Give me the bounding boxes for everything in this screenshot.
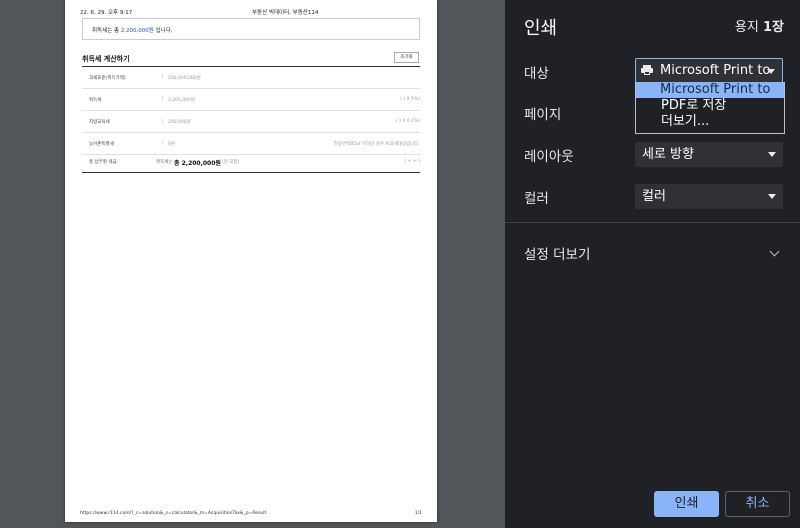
row-value: 0원 <box>168 142 176 147</box>
sheet-count-value: 1장 <box>762 20 784 35</box>
row-divider: | <box>162 119 164 124</box>
calc-title: 취득세 계산하기 <box>82 55 130 63</box>
preview-sheet: 22. 6. 29. 오후 9:17 부동산 빅데이터, 부동산114 취득세는… <box>65 0 437 522</box>
table-row: 과세표준(취득가액) | 200,000,000원 <box>82 67 420 89</box>
dropdown-option-save-pdf[interactable]: PDF로 저장 <box>636 98 784 114</box>
color-select[interactable]: 컬러 <box>635 184 783 209</box>
chevron-down-icon[interactable] <box>769 246 780 257</box>
row-formula: ( ) X 0.1%) <box>395 119 420 124</box>
color-label: 컬러 <box>524 191 549 207</box>
row-value: 200,000원 <box>168 120 191 125</box>
total-row: 총 납부할 세금 취득세는 총 2,200,000원 (원 포함) ( + + … <box>82 151 420 173</box>
print-preview-window: 22. 6. 29. 오후 9:17 부동산 빅데이터, 부동산114 취득세는… <box>0 0 800 528</box>
footer-page-number: 1/1 <box>414 511 422 516</box>
dropdown-option-more[interactable]: 더보기... <box>636 114 784 130</box>
reset-button: 초기화 <box>394 52 419 63</box>
row-divider: | <box>162 75 164 80</box>
row-label: 과세표준(취득가액) <box>89 76 126 81</box>
destination-label: 대상 <box>524 66 549 82</box>
sheet-header-date: 22. 6. 29. 오후 9:17 <box>80 10 133 16</box>
result-box: 취득세는 총 2,200,000원 입니다. <box>82 18 420 40</box>
row-value: 200,000,000원 <box>168 76 201 81</box>
chevron-down-icon <box>767 69 775 74</box>
table-row: 지방교육세 | 200,000원 ( ) X 0.1%) <box>82 111 420 133</box>
sheet-header: 22. 6. 29. 오후 9:17 부동산 빅데이터, 부동산114 <box>80 8 422 18</box>
pages-label: 페이지 <box>524 107 562 123</box>
total-unit: (원 포함) <box>222 160 240 165</box>
sheet-count: 용지 1장 <box>735 16 784 35</box>
destination-select[interactable]: Microsoft Print to <box>635 58 783 83</box>
preview-area: 22. 6. 29. 오후 9:17 부동산 빅데이터, 부동산114 취득세는… <box>0 0 505 528</box>
layout-select[interactable]: 세로 방향 <box>635 142 783 167</box>
chevron-down-icon <box>768 194 776 199</box>
sheet-header-site: 부동산 빅데이터, 부동산114 <box>252 10 319 16</box>
row-note: 전용면적85㎡ 이하인 경우 비과세대상입니다. <box>333 142 420 147</box>
result-prefix: 취득세는 총 <box>92 28 121 34</box>
destination-dropdown: Microsoft Print to PDF PDF로 저장 더보기... <box>635 82 785 134</box>
result-amount: 2,200,000원 <box>120 28 154 34</box>
table-row: 취득세 | 2,200,000원 ( ) X 1%) <box>82 89 420 111</box>
dialog-title: 인쇄 <box>524 18 558 39</box>
printer-icon <box>641 65 653 75</box>
row-label: 취득세 <box>89 98 102 103</box>
destination-selected: Microsoft Print to <box>660 63 771 78</box>
sheet-count-prefix: 용지 <box>734 20 763 35</box>
color-selected: 컬러 <box>642 189 666 204</box>
footer-url: https://www.r114.com/?_c=solution&_s=cal… <box>80 511 267 516</box>
row-value: 2,200,000원 <box>168 98 196 103</box>
total-prefix: 취득세는 <box>156 160 173 165</box>
divider <box>505 222 800 223</box>
result-suffix: 입니다. <box>153 28 173 34</box>
total-amount: 총 2,200,000원 <box>174 160 221 167</box>
layout-label: 레이아웃 <box>524 149 574 165</box>
row-formula: ( ) X 1%) <box>400 97 420 102</box>
total-label: 총 납부할 세금 <box>89 160 117 165</box>
more-settings-toggle[interactable]: 설정 더보기 <box>524 243 590 263</box>
dropdown-option-microsoft-pdf[interactable]: Microsoft Print to PDF <box>636 82 784 113</box>
chevron-down-icon <box>768 152 776 157</box>
print-settings-panel: 인쇄 용지 1장 대상 Microsoft Print to Microsoft… <box>505 0 800 528</box>
row-divider: | <box>162 141 164 146</box>
print-button[interactable]: 인쇄 <box>654 491 719 517</box>
layout-selected: 세로 방향 <box>642 147 694 162</box>
row-label: 농어촌특별세 <box>89 142 114 147</box>
row-divider: | <box>162 97 164 102</box>
cancel-button[interactable]: 취소 <box>725 491 790 517</box>
row-label: 지방교육세 <box>89 120 110 125</box>
total-formula: ( + + ) <box>404 159 420 164</box>
